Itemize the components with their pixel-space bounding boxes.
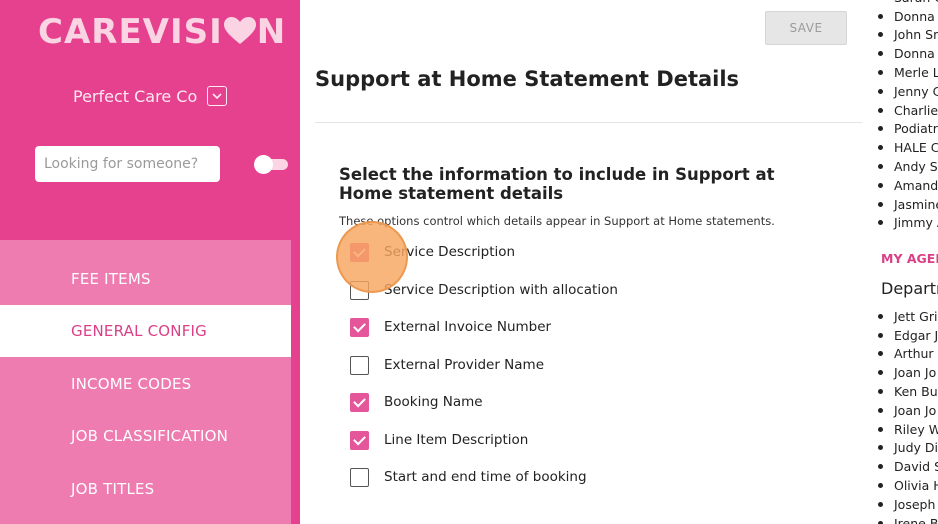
checkbox-unchecked[interactable] (350, 280, 369, 300)
list-item[interactable]: HALE C (862, 138, 938, 157)
checkbox-checked[interactable] (350, 392, 369, 412)
sidebar-item-fee-items[interactable]: FEE ITEMS (0, 253, 291, 305)
list-item[interactable]: Jett Gri (862, 307, 938, 326)
save-button[interactable]: SAVE (765, 11, 847, 45)
list-item[interactable]: Sarah C (862, 0, 938, 7)
list-item[interactable]: Ken Bu (862, 382, 938, 401)
org-name: Perfect Care Co (73, 86, 198, 106)
org-selector[interactable]: Perfect Care Co (73, 86, 228, 106)
list-item[interactable]: Donna (862, 7, 938, 26)
section-title: Select the information to include in Sup… (339, 165, 775, 203)
client-list: Sarah CDonnaJohn SnDonnaMerle LJenny CCh… (862, 0, 938, 232)
app-root: CAREVISI N Perfect Care Co FEE ITEMS GENE… (0, 0, 938, 524)
nav-scrollbar[interactable] (291, 240, 300, 524)
list-item[interactable]: Judy Di (862, 439, 938, 458)
list-item[interactable]: Joan Jo (862, 363, 938, 382)
logo-text-suffix: N (256, 12, 287, 52)
list-item[interactable]: Riley W (862, 420, 938, 439)
list-item[interactable]: Amand (862, 176, 938, 195)
option-booking-name[interactable]: Booking Name (350, 391, 483, 413)
checkbox-checked[interactable] (350, 430, 369, 450)
list-item[interactable]: John Sn (862, 26, 938, 45)
list-item[interactable]: Podiatr (862, 120, 938, 139)
checkbox-unchecked[interactable] (350, 355, 369, 375)
checkbox-checked[interactable] (350, 317, 369, 337)
chevron-down-icon[interactable] (207, 86, 228, 106)
section-description: These options control which details appe… (339, 214, 775, 228)
toggle-knob (254, 155, 273, 174)
option-label: Service Description (384, 244, 516, 260)
list-item[interactable]: Donna (862, 44, 938, 63)
sidebar-item-job-titles[interactable]: JOB TITLES (0, 463, 291, 515)
sidebar-item-label: FEE ITEMS (71, 270, 151, 288)
option-label: Booking Name (384, 394, 483, 410)
option-external-invoice-number[interactable]: External Invoice Number (350, 316, 551, 338)
heart-icon (223, 15, 257, 45)
sidebar-item-label: JOB CLASSIFICATION (71, 427, 229, 445)
list-item[interactable]: Andy S (862, 157, 938, 176)
list-item[interactable]: Irene B (862, 514, 938, 524)
list-item[interactable]: Merle L (862, 63, 938, 82)
option-start-end-time[interactable]: Start and end time of booking (350, 466, 587, 488)
sidebar-item-label: JOB TITLES (71, 480, 155, 498)
staff-list: Jett Gri Edgar J Arthur Joan Jo Ken Bu Joan J… (862, 307, 938, 524)
list-item[interactable]: Jasmine (862, 195, 938, 214)
sidebar-header: CAREVISI N Perfect Care Co (0, 0, 300, 240)
sidebar-item-general-config[interactable]: GENERAL CONFIG (0, 305, 291, 357)
divider (315, 122, 862, 123)
search-input[interactable] (35, 146, 220, 182)
page-title: Support at Home Statement Details (315, 67, 740, 91)
panel-heading: MY AGED (881, 251, 938, 266)
list-item[interactable]: Joseph (862, 495, 938, 514)
option-label: Start and end time of booking (384, 469, 587, 485)
list-item[interactable]: Edgar J (862, 326, 938, 345)
list-item[interactable]: Jimmy A (862, 214, 938, 233)
list-item[interactable]: Olivia H (862, 476, 938, 495)
list-item[interactable]: Jenny C (862, 82, 938, 101)
list-item[interactable]: David S (862, 457, 938, 476)
option-label: External Provider Name (384, 357, 545, 373)
checkbox-checked[interactable] (350, 242, 369, 262)
list-item[interactable]: Joan Jo (862, 401, 938, 420)
theme-toggle[interactable] (254, 155, 288, 174)
option-label: Service Description with allocation (384, 282, 618, 298)
sidebar-item-income-codes[interactable]: INCOME CODES (0, 358, 291, 410)
sidebar-item-job-classification[interactable]: JOB CLASSIFICATION (0, 410, 291, 462)
option-service-description[interactable]: Service Description (350, 241, 515, 263)
option-service-description-allocation[interactable]: Service Description with allocation (350, 279, 618, 301)
sidebar-item-label: GENERAL CONFIG (71, 322, 207, 340)
sidebar-item-label: INCOME CODES (71, 375, 192, 393)
carevision-logo[interactable]: CAREVISI N (38, 12, 286, 52)
option-label: Line Item Description (384, 432, 529, 448)
panel-subheading: Departr (881, 279, 938, 298)
right-panel: Sarah CDonnaJohn SnDonnaMerle LJenny CCh… (862, 0, 938, 524)
sidebar: CAREVISI N Perfect Care Co FEE ITEMS GENE… (0, 0, 300, 524)
main-content: SAVE Support at Home Statement Details S… (300, 0, 862, 524)
list-item[interactable]: Charlie (862, 101, 938, 120)
checkbox-unchecked[interactable] (350, 467, 369, 487)
list-item[interactable]: Arthur (862, 345, 938, 364)
option-external-provider-name[interactable]: External Provider Name (350, 354, 544, 376)
logo-text-prefix: CAREVISI (38, 12, 223, 52)
option-line-item-description[interactable]: Line Item Description (350, 429, 528, 451)
option-label: External Invoice Number (384, 319, 552, 335)
